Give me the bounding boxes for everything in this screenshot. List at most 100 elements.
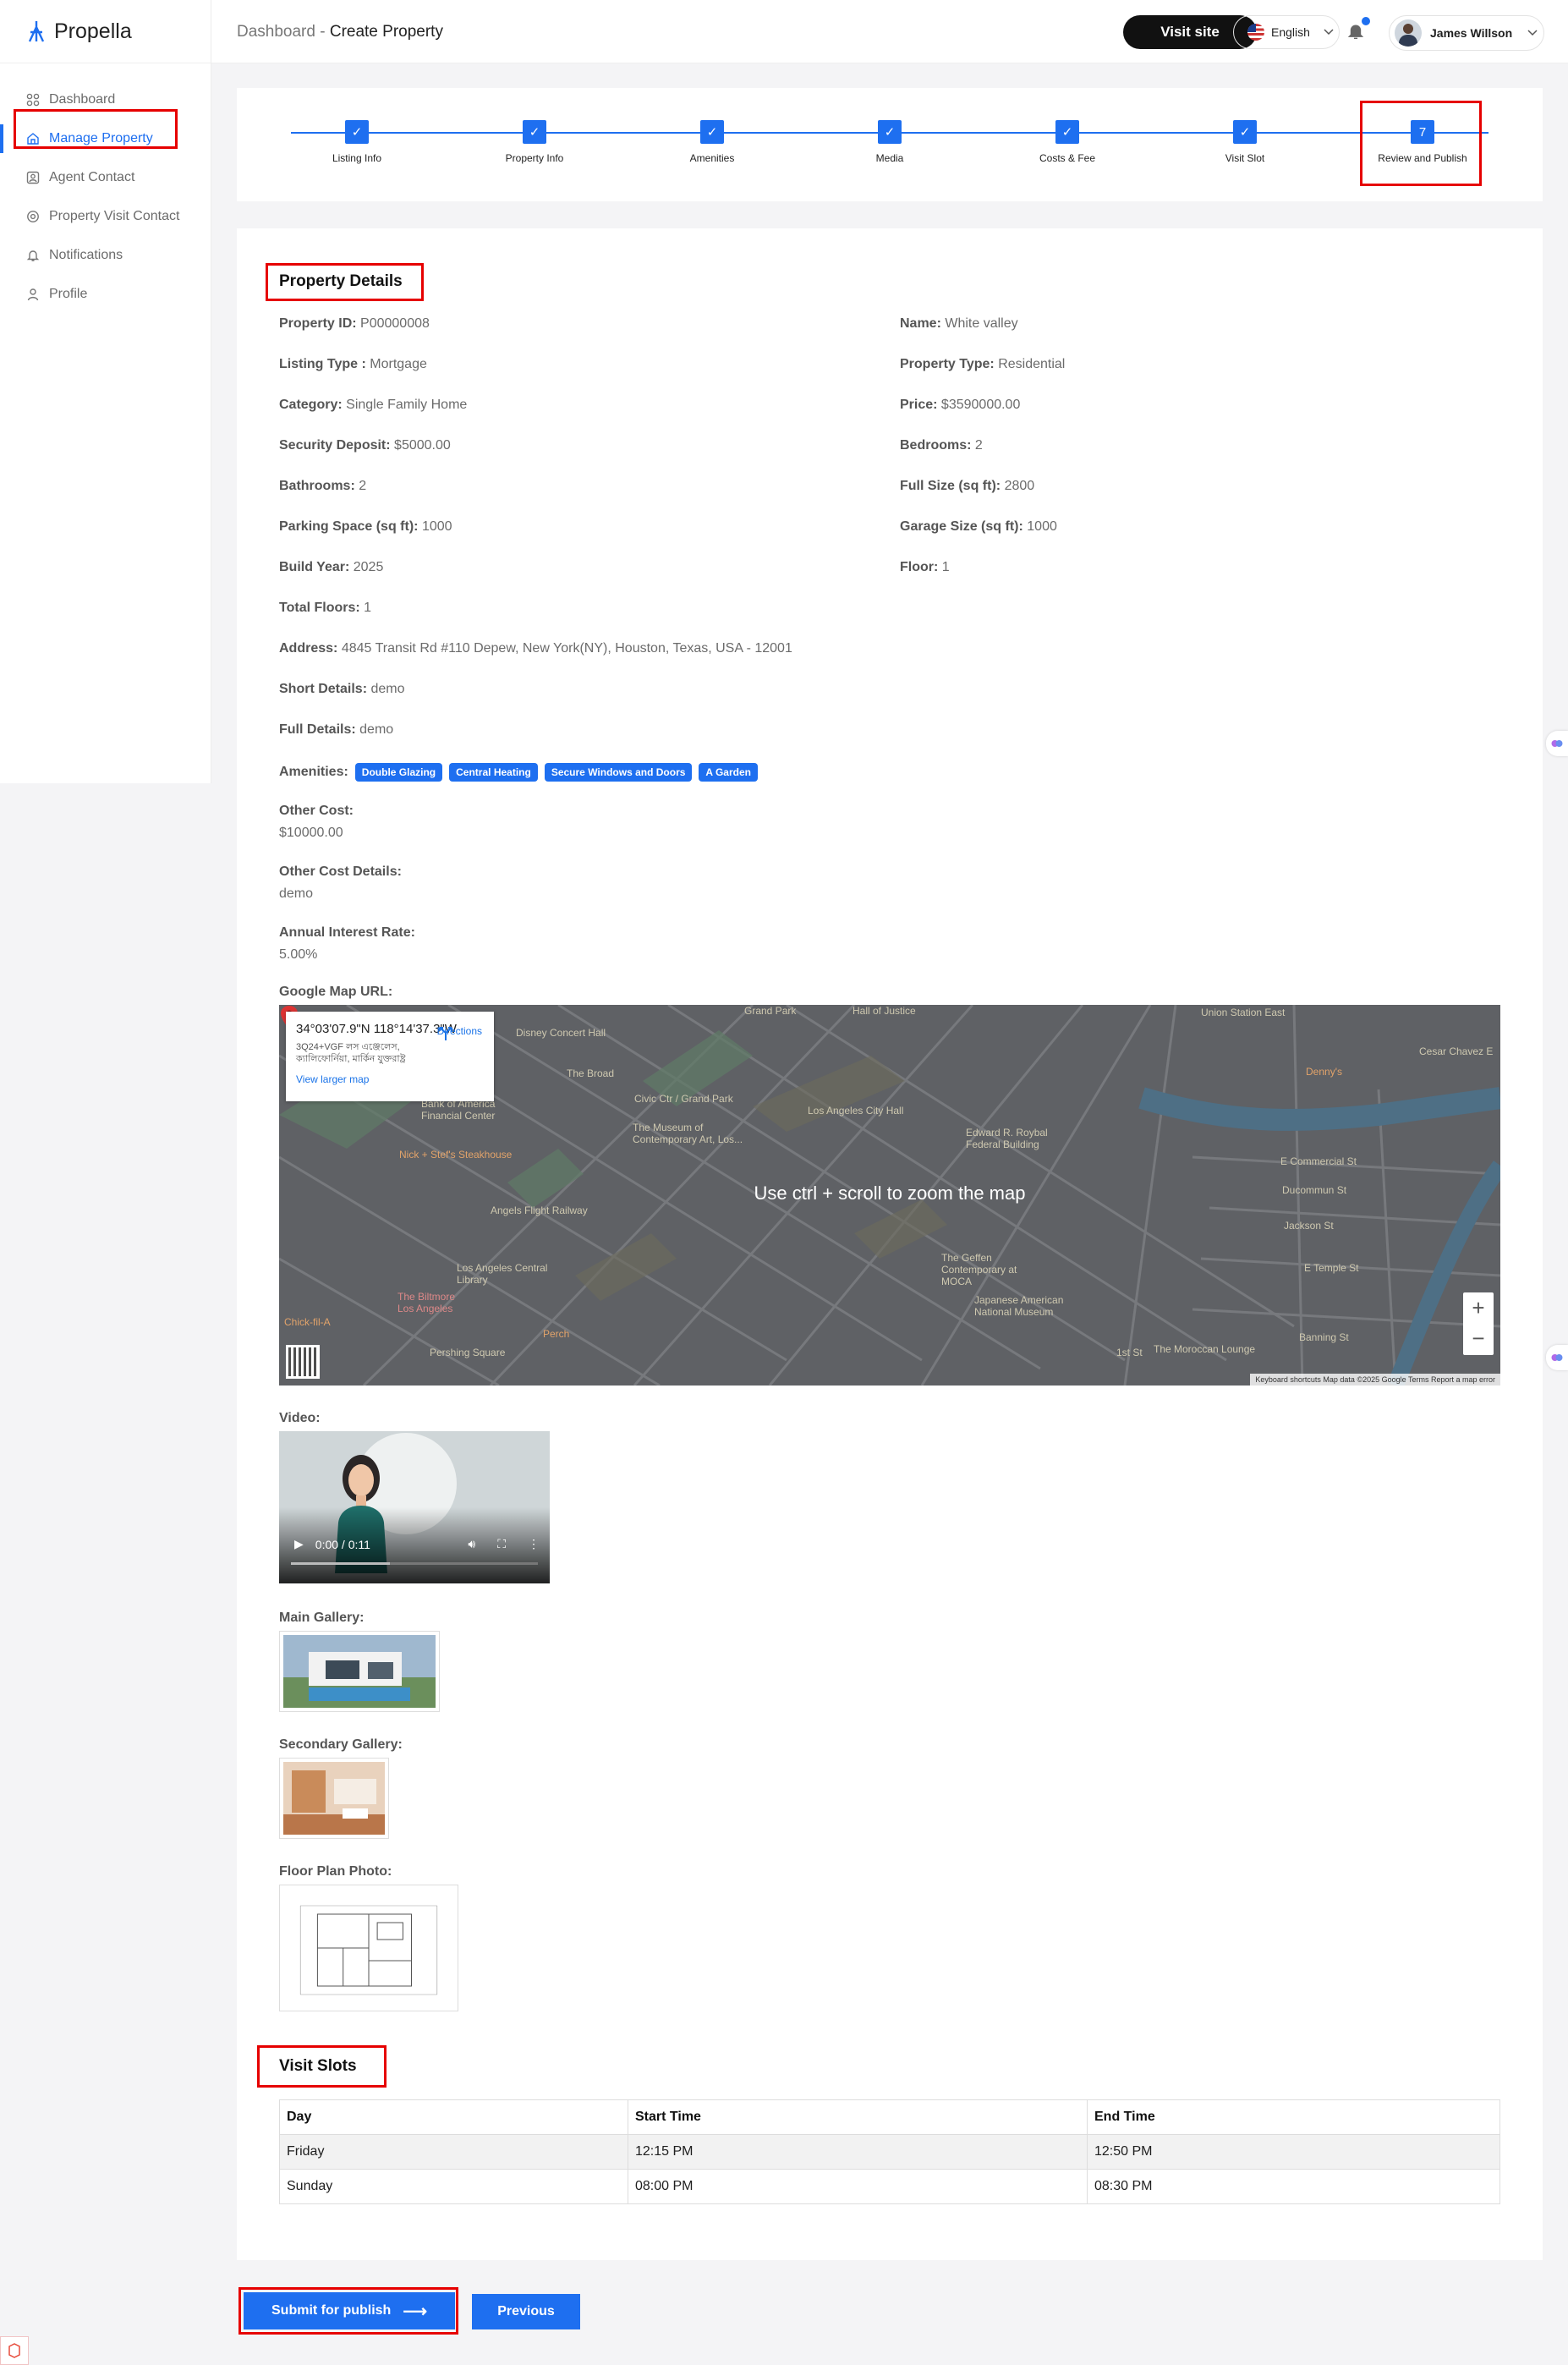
volume-icon[interactable]: 🔊︎: [468, 1537, 475, 1551]
field-listing-type: Listing Type : Mortgage: [279, 357, 427, 372]
map-place-label[interactable]: The Moroccan Lounge: [1154, 1343, 1255, 1355]
video-progress-bar[interactable]: [291, 1562, 538, 1565]
map-place-label[interactable]: 1st St: [1116, 1347, 1143, 1358]
map-place-label[interactable]: Disney Concert Hall: [516, 1027, 606, 1039]
map-place-label[interactable]: Cesar Chavez E: [1419, 1045, 1493, 1057]
step-listing-info[interactable]: ✓ Listing Info: [281, 120, 433, 164]
bell-icon: [1347, 25, 1364, 39]
previous-button[interactable]: Previous: [472, 2294, 580, 2329]
step-amenities[interactable]: ✓ Amenities: [636, 120, 788, 164]
us-flag-icon: [1247, 24, 1264, 41]
field-build-year: Build Year: 2025: [279, 560, 383, 575]
fullscreen-icon[interactable]: ⛶: [497, 1537, 506, 1551]
field-value: Residential: [998, 357, 1066, 371]
table-cell: Sunday: [279, 2169, 628, 2204]
field-name: Name: White valley: [900, 316, 1018, 332]
sidebar: Propella Dashboard Manage Property Agent…: [0, 0, 211, 783]
home-icon: [25, 131, 41, 146]
step-check: ✓: [523, 120, 546, 144]
notification-bell-button[interactable]: [1346, 17, 1370, 42]
user-menu[interactable]: James Willson: [1389, 15, 1544, 51]
map-place-label[interactable]: Perch: [543, 1328, 569, 1340]
map-footer[interactable]: Keyboard shortcuts Map data ©2025 Google…: [1250, 1374, 1500, 1386]
visit-slots-table: Day Start Time End Time Friday 12:15 PM …: [279, 2099, 1500, 2204]
step-media[interactable]: ✓ Media: [814, 120, 966, 164]
map-place-label[interactable]: E Temple St: [1304, 1262, 1358, 1274]
brain-icon: [1551, 1354, 1563, 1361]
map-place-label[interactable]: Banning St: [1299, 1331, 1349, 1343]
map-place-label[interactable]: Jackson St: [1284, 1220, 1334, 1232]
sidebar-item-agent-contact[interactable]: Agent Contact: [0, 158, 211, 197]
floating-widget-button[interactable]: [1546, 731, 1568, 756]
map-place-label[interactable]: The Museum of Contemporary Art, Los...: [633, 1122, 768, 1145]
field-value: White valley: [945, 316, 1018, 331]
sidebar-item-manage-property[interactable]: Manage Property: [0, 119, 211, 158]
field-full-details: Full Details: demo: [279, 722, 393, 738]
submit-for-publish-button[interactable]: Submit for publish ⟶: [244, 2292, 455, 2329]
field-value: Single Family Home: [346, 398, 468, 412]
field-label: Other Cost:: [279, 804, 354, 818]
sidebar-item-property-visit-contact[interactable]: Property Visit Contact: [0, 197, 211, 236]
map-place-label[interactable]: Los Angeles Central Library: [457, 1262, 550, 1286]
field-label: Full Size (sq ft):: [900, 479, 1001, 493]
table-cell: Friday: [279, 2134, 628, 2170]
sidebar-item-label: Property Visit Contact: [49, 209, 180, 223]
map-place-label[interactable]: The Geffen Contemporary at MOCA: [941, 1252, 1034, 1287]
directions-link[interactable]: Directions: [437, 1025, 482, 1040]
map-place-label[interactable]: Union Station East: [1201, 1007, 1285, 1018]
amenity-tag: Double Glazing: [354, 763, 443, 782]
amenity-tag: Central Heating: [449, 763, 538, 782]
map-place-label[interactable]: Chick-fil-A: [284, 1316, 331, 1328]
secondary-gallery-thumbnail[interactable]: [279, 1758, 389, 1839]
video-player[interactable]: ▶ 0:00 / 0:11 🔊︎ ⛶ ⋮: [279, 1431, 550, 1583]
field-label: Annual Interest Rate:: [279, 925, 415, 940]
map-place-label[interactable]: Angels Flight Railway: [491, 1204, 588, 1216]
step-label: Property Info: [505, 152, 564, 164]
map-place-label[interactable]: Hall of Justice: [853, 1005, 916, 1017]
map-place-label[interactable]: Edward R. Roybal Federal Building: [966, 1127, 1076, 1150]
map-place-label[interactable]: The Broad: [567, 1067, 614, 1079]
map-place-label[interactable]: Bank of America Financial Center: [421, 1098, 523, 1122]
language-select[interactable]: English: [1233, 15, 1340, 49]
map-place-label[interactable]: Civic Ctr / Grand Park: [634, 1093, 733, 1105]
step-label: Visit Slot: [1225, 152, 1265, 164]
view-larger-map-link[interactable]: View larger map: [296, 1073, 484, 1085]
field-value: $5000.00: [394, 438, 451, 453]
floating-widget-button[interactable]: [1546, 1345, 1568, 1370]
field-value: demo: [359, 722, 394, 737]
map-place-label[interactable]: E Commercial St: [1280, 1155, 1357, 1167]
sidebar-item-profile[interactable]: Profile: [0, 275, 211, 314]
map-place-label[interactable]: Denny's: [1306, 1066, 1342, 1078]
zoom-out-button[interactable]: −: [1463, 1323, 1494, 1353]
map-place-label[interactable]: Los Angeles City Hall: [808, 1105, 903, 1117]
main-gallery-thumbnail[interactable]: [279, 1631, 440, 1712]
floor-plan-thumbnail[interactable]: [279, 1885, 458, 2011]
step-costs-fee[interactable]: ✓ Costs & Fee: [991, 120, 1143, 164]
field-value: P00000008: [360, 316, 430, 331]
google-map-embed[interactable]: Civic Ctr / Grand Park Los Angeles City …: [279, 1005, 1500, 1386]
brand-logo[interactable]: Propella: [0, 0, 211, 63]
sidebar-item-notifications[interactable]: Notifications: [0, 236, 211, 275]
video-controls: ▶ 0:00 / 0:11 🔊︎ ⛶ ⋮: [294, 1537, 540, 1551]
breadcrumb-root[interactable]: Dashboard: [237, 23, 315, 41]
map-place-label[interactable]: Grand Park: [744, 1005, 796, 1017]
more-options-icon[interactable]: ⋮: [528, 1537, 540, 1551]
amenity-tag: Secure Windows and Doors: [544, 763, 693, 782]
zoom-in-button[interactable]: +: [1463, 1292, 1494, 1323]
map-place-label[interactable]: The Biltmore Los Angeles: [397, 1291, 474, 1314]
corner-badge-icon[interactable]: [0, 2336, 29, 2365]
step-review-and-publish[interactable]: 7 Review and Publish: [1346, 120, 1499, 164]
field-total-floors: Total Floors: 1: [279, 601, 371, 616]
step-check: ✓: [1233, 120, 1257, 144]
field-label: Build Year:: [279, 560, 350, 574]
map-info-card: 34°03'07.9"N 118°14'37.3"W 3Q24+VGF লস এ…: [286, 1012, 494, 1101]
map-place-label[interactable]: Japanese American National Museum: [974, 1294, 1084, 1318]
sidebar-item-dashboard[interactable]: Dashboard: [0, 80, 211, 119]
map-place-label[interactable]: Nick + Stef's Steakhouse: [399, 1149, 512, 1161]
step-property-info[interactable]: ✓ Property Info: [458, 120, 611, 164]
map-place-label[interactable]: Pershing Square: [430, 1347, 505, 1358]
play-icon[interactable]: ▶: [294, 1537, 304, 1551]
step-visit-slot[interactable]: ✓ Visit Slot: [1169, 120, 1321, 164]
field-label: Listing Type :: [279, 357, 366, 371]
field-label: Video:: [279, 1411, 321, 1425]
